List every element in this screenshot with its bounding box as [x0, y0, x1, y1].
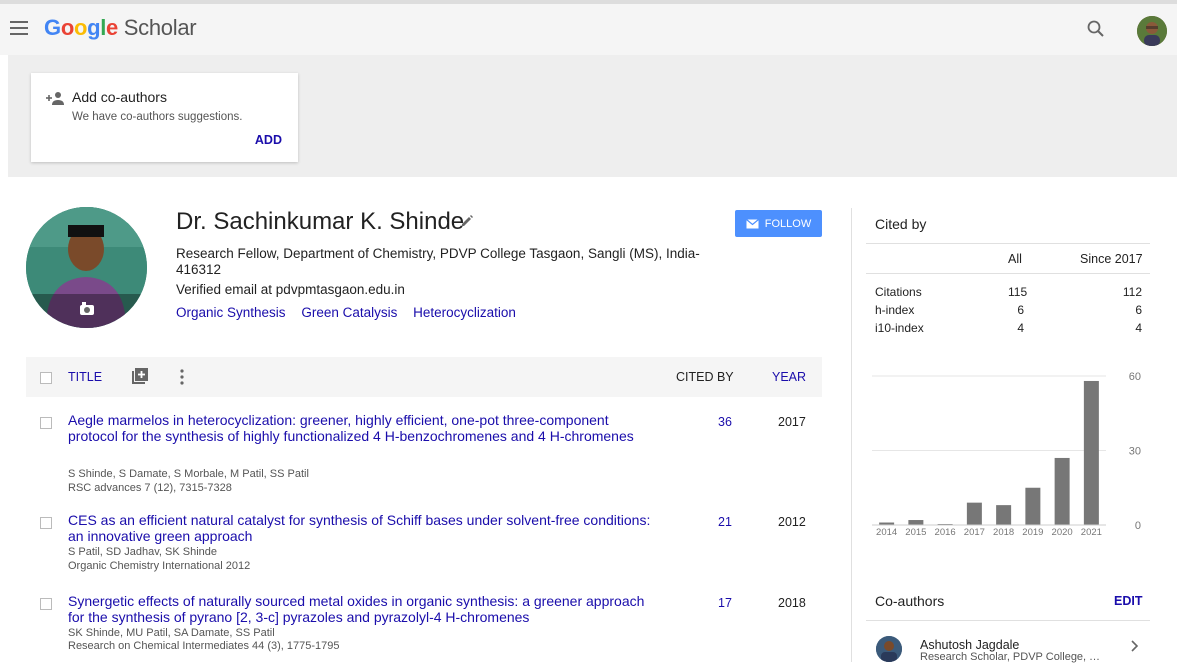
top-bar: Google Scholar — [0, 0, 1177, 55]
cited-by-divider — [866, 243, 1150, 244]
interest-link[interactable]: Organic Synthesis — [176, 305, 286, 320]
citation-bar[interactable] — [1083, 380, 1099, 525]
follow-button[interactable]: FOLLOW — [735, 210, 822, 237]
article-authors: S Shinde, S Damate, S Morbale, M Patil, … — [68, 468, 309, 480]
cited-by-row-label: h-index — [875, 303, 915, 317]
x-tick-label: 2015 — [905, 527, 926, 538]
article-authors: S Patil, SD Jadhav, SK Shinde — [68, 546, 217, 558]
x-tick-label: 2018 — [993, 527, 1014, 538]
chevron-right-icon — [1131, 640, 1139, 652]
article-title-link[interactable]: CES as an efficient natural catalyst for… — [68, 512, 653, 544]
sort-by-year[interactable]: YEAR — [772, 370, 806, 384]
edit-icon[interactable] — [460, 214, 474, 228]
citation-bar[interactable] — [996, 505, 1012, 525]
profile-name: Dr. Sachinkumar K. Shinde — [176, 208, 465, 235]
cited-by-row-label: Citations — [875, 285, 922, 299]
google-scholar-logo[interactable]: Google Scholar — [44, 15, 197, 41]
x-tick-label: 2014 — [876, 527, 897, 538]
y-tick-label: 60 — [1129, 371, 1141, 383]
article-row: Aegle marmelos in heterocyclization: gre… — [26, 412, 822, 498]
article-row: CES as an efficient natural catalyst for… — [26, 512, 822, 578]
article-title-link[interactable]: Synergetic effects of naturally sourced … — [68, 593, 653, 625]
add-coauthors-title: Add co-authors — [72, 89, 167, 105]
logo-google-word: Google — [44, 15, 118, 40]
article-venue: Research on Chemical Intermediates 44 (3… — [68, 640, 340, 652]
coauthor-avatar — [876, 636, 902, 662]
logo-scholar-word: Scholar — [123, 15, 197, 40]
camera-icon[interactable] — [79, 301, 95, 317]
article-row: Synergetic effects of naturally sourced … — [26, 593, 822, 659]
x-tick-label: 2016 — [935, 527, 956, 538]
article-cited-by-link[interactable]: 21 — [718, 515, 732, 529]
y-tick-label: 30 — [1129, 446, 1141, 458]
citation-bar[interactable] — [908, 520, 924, 525]
sort-by-title[interactable]: TITLE — [68, 370, 102, 384]
article-venue: RSC advances 7 (12), 7315-7328 — [68, 482, 232, 494]
cited-by-row-all: 4 — [1017, 321, 1024, 335]
coauthor-affiliation: Research Scholar, PDVP College, Tasgaon — [920, 651, 1100, 663]
citation-bar[interactable] — [1025, 487, 1041, 525]
mail-icon — [745, 218, 759, 228]
coauthors-title: Co-authors — [875, 593, 945, 609]
article-year: 2012 — [778, 515, 806, 529]
account-avatar[interactable] — [1137, 16, 1167, 46]
add-article-icon[interactable] — [132, 368, 148, 384]
article-year: 2018 — [778, 596, 806, 610]
article-cited-by-link[interactable]: 36 — [718, 415, 732, 429]
article-year: 2017 — [778, 415, 806, 429]
cited-by-row-since: 112 — [1122, 285, 1142, 299]
column-divider — [851, 208, 852, 662]
search-icon[interactable] — [1086, 19, 1106, 39]
x-tick-label: 2020 — [1052, 527, 1073, 538]
article-title-link[interactable]: Aegle marmelos in heterocyclization: gre… — [68, 412, 653, 444]
profile-email: Verified email at pdvpmtasgaon.edu.in — [176, 282, 405, 297]
x-tick-label: 2019 — [1022, 527, 1043, 538]
articles-table-header: TITLE CITED BY YEAR — [26, 357, 822, 397]
cited-by-col-since: Since 2017 — [1080, 252, 1143, 266]
article-cited-by-link[interactable]: 17 — [718, 596, 732, 610]
follow-label: FOLLOW — [764, 217, 812, 230]
citations-bar-chart: 60 30 0 2014 2015 2016 2017 2018 2019 2020 2021 — [872, 371, 1141, 538]
article-checkbox[interactable] — [40, 517, 52, 529]
interest-link[interactable]: Green Catalysis — [301, 305, 397, 320]
interest-link[interactable]: Heterocyclization — [413, 305, 516, 320]
add-coauthors-card: Add co-authors We have co-authors sugges… — [31, 73, 298, 162]
citation-bar[interactable] — [966, 502, 982, 525]
article-authors: SK Shinde, MU Patil, SA Damate, SS Patil — [68, 627, 275, 639]
add-coauthors-button[interactable]: ADD — [255, 133, 282, 147]
article-venue: Organic Chemistry International 2012 — [68, 560, 251, 572]
cited-by-row-all: 115 — [1008, 285, 1028, 299]
more-vert-icon[interactable] — [180, 369, 184, 385]
select-all-checkbox[interactable] — [40, 372, 52, 384]
coauthor-name: Ashutosh Jagdale — [920, 638, 1020, 652]
cited-by-row-since: 4 — [1135, 321, 1142, 335]
article-checkbox[interactable] — [40, 598, 52, 610]
cited-by-column-header: CITED BY — [676, 370, 734, 384]
coauthor-item[interactable]: Ashutosh Jagdale Research Scholar, PDVP … — [866, 628, 1150, 663]
profile-photo[interactable] — [26, 207, 147, 328]
cited-by-title: Cited by — [875, 216, 927, 232]
x-tick-label: 2017 — [964, 527, 985, 538]
citation-bar[interactable] — [1054, 457, 1070, 525]
add-person-icon — [46, 92, 64, 105]
article-checkbox[interactable] — [40, 417, 52, 429]
coauthors-divider — [866, 620, 1150, 621]
coauthors-edit-button[interactable]: EDIT — [1114, 594, 1142, 608]
add-coauthors-subtitle: We have co-authors suggestions. — [72, 111, 243, 123]
cited-by-row-all: 6 — [1017, 303, 1024, 317]
cited-by-row-label: i10-index — [875, 321, 924, 335]
menu-icon[interactable] — [10, 21, 28, 35]
x-tick-label: 2021 — [1081, 527, 1102, 538]
cited-by-col-all: All — [1008, 252, 1022, 266]
y-tick-label: 0 — [1135, 520, 1141, 532]
cited-by-divider — [866, 273, 1150, 274]
cited-by-row-since: 6 — [1135, 303, 1142, 317]
profile-affiliation: Research Fellow, Department of Chemistry… — [176, 246, 700, 277]
profile-interests: Organic Synthesis Green Catalysis Hetero… — [176, 305, 528, 320]
